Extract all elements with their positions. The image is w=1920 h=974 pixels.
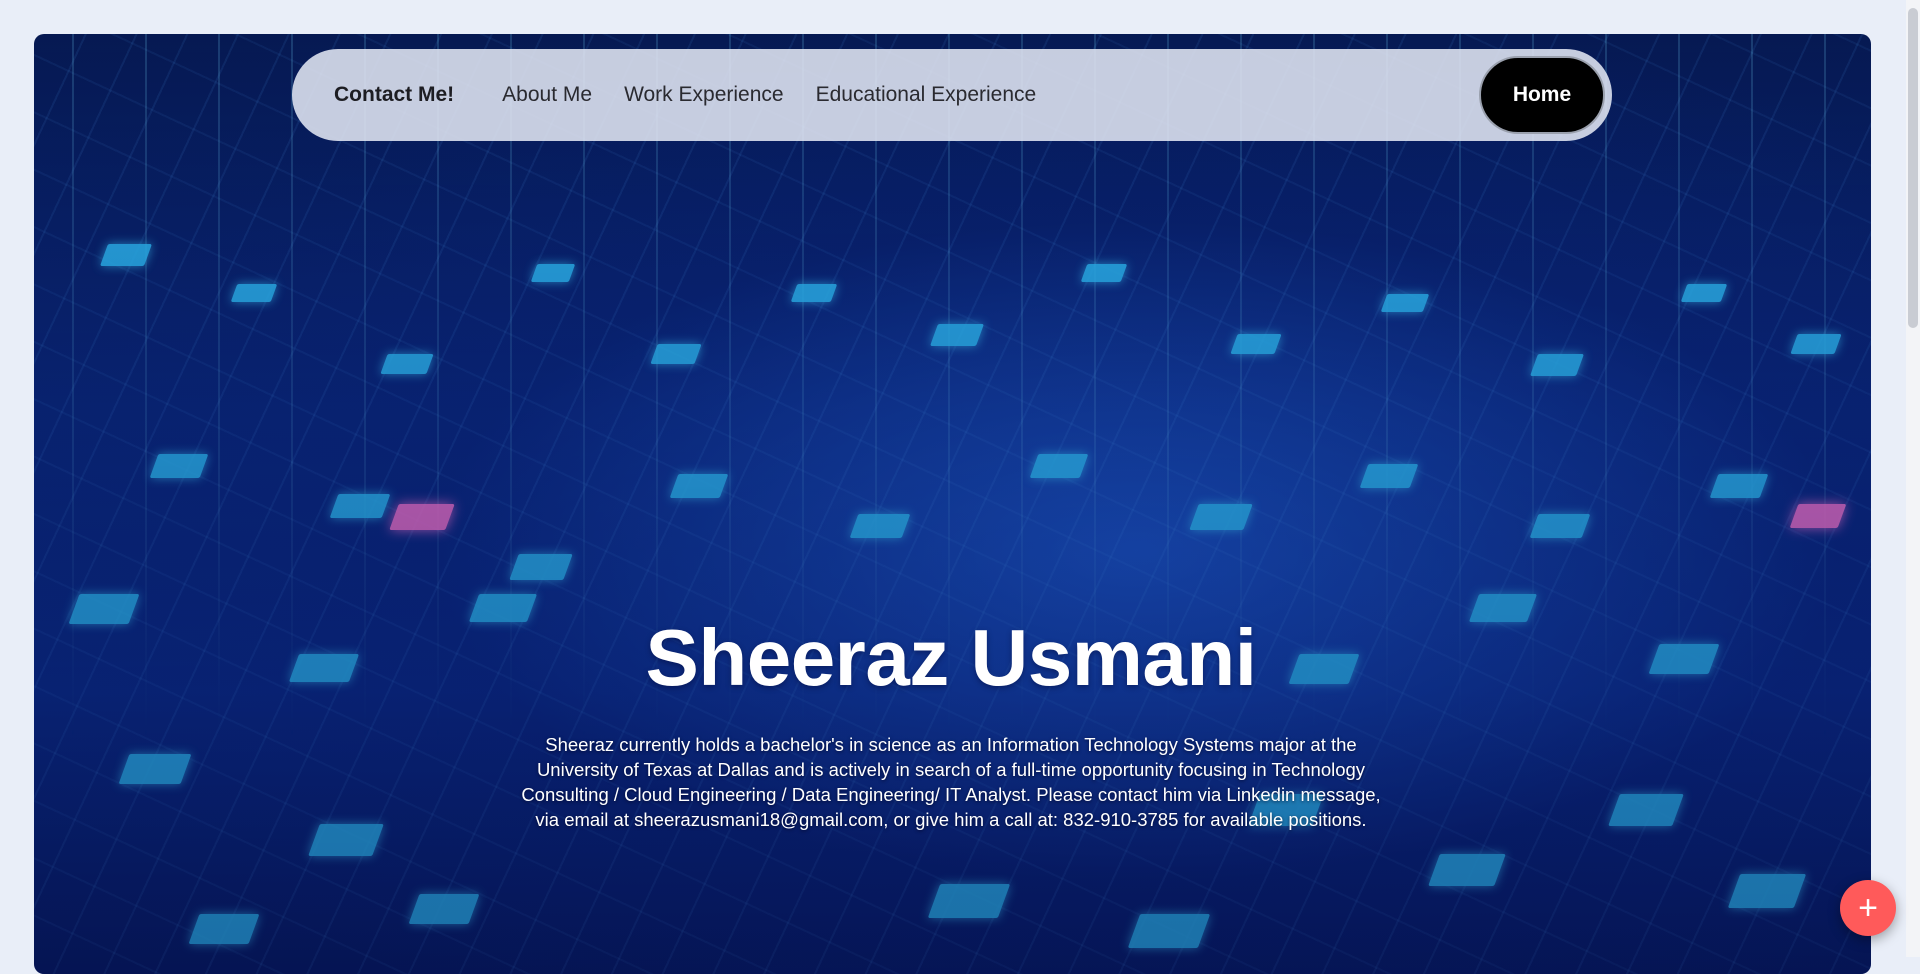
hero-description-line: Sheeraz currently holds a bachelor's in … xyxy=(545,734,1357,755)
nav-link-about-me[interactable]: About Me xyxy=(502,83,592,107)
hero-background xyxy=(34,34,1871,974)
hero-description-line: via email at sheerazusmani18@gmail.com, … xyxy=(535,809,1367,830)
home-button[interactable]: Home xyxy=(1479,56,1605,134)
page-scrollbar[interactable] xyxy=(1906,0,1920,957)
hero-description-line: University of Texas at Dallas and is act… xyxy=(536,759,1366,780)
scrollbar-thumb[interactable] xyxy=(1908,8,1918,328)
nav-links: About Me Work Experience Educational Exp… xyxy=(502,83,1036,107)
nav-link-work-experience[interactable]: Work Experience xyxy=(624,83,784,107)
hero-description-line: Consulting / Cloud Engineering / Data En… xyxy=(521,784,1381,805)
contact-me-link[interactable]: Contact Me! xyxy=(334,83,454,107)
hero-description: Sheeraz currently holds a bachelor's in … xyxy=(520,732,1382,832)
hero-shade-overlay xyxy=(34,34,1871,974)
plus-icon[interactable]: + xyxy=(1840,880,1896,936)
page-title: Sheeraz Usmani xyxy=(645,613,1257,702)
nav-link-educational-experience[interactable]: Educational Experience xyxy=(816,83,1037,107)
top-navigation-bar: Contact Me! About Me Work Experience Edu… xyxy=(292,49,1612,141)
